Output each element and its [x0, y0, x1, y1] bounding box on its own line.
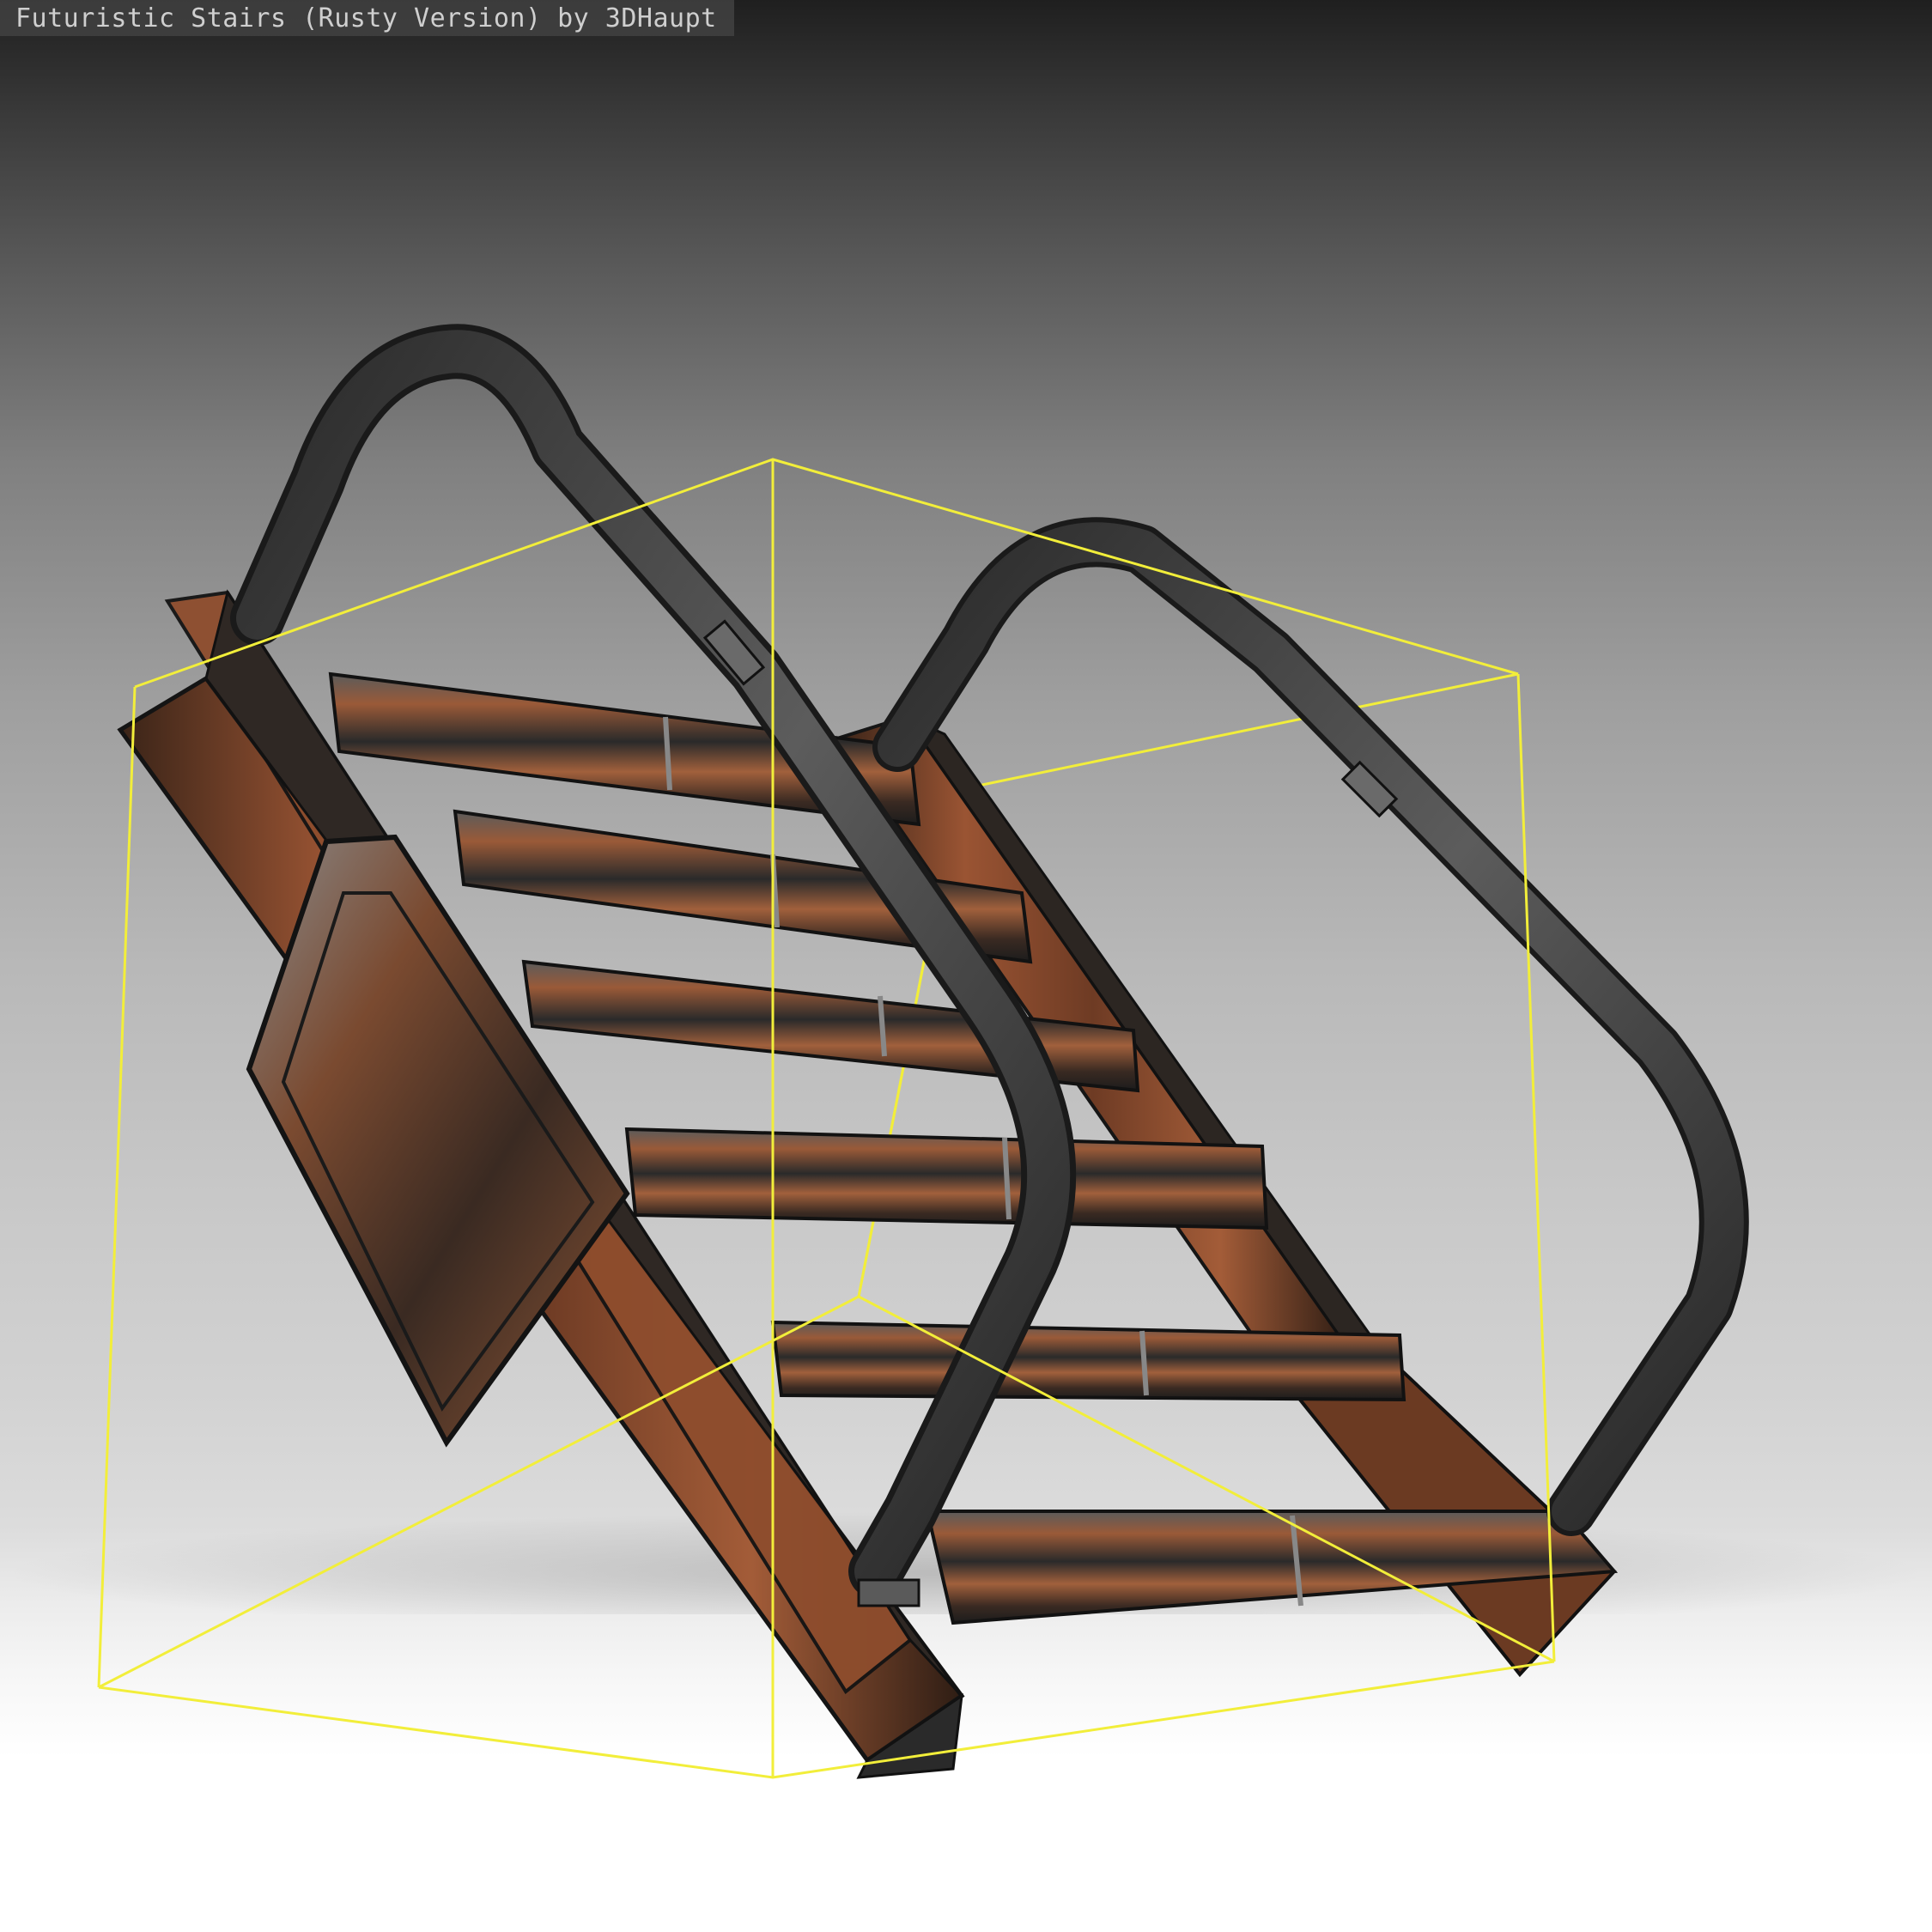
step-5: [770, 1320, 1406, 1402]
stairs-model-render[interactable]: [0, 0, 1932, 1932]
step-4: [624, 1127, 1269, 1230]
model-title: Futuristic Stairs (Rusty Version) by 3DH…: [15, 3, 717, 33]
viewer-title-bar: Futuristic Stairs (Rusty Version) by 3DH…: [0, 0, 734, 36]
3d-viewport[interactable]: Futuristic Stairs (Rusty Version) by 3DH…: [0, 0, 1932, 1932]
